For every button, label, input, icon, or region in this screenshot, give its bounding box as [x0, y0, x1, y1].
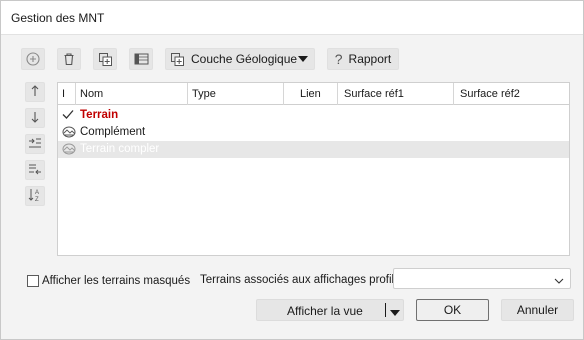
- add-button[interactable]: [21, 48, 45, 70]
- show-view-split-button[interactable]: Afficher la vue: [256, 299, 404, 321]
- arrow-down-icon: [30, 111, 40, 126]
- split-divider: [385, 303, 386, 317]
- grid-header: I Nom Type Lien Surface réf1 Surface réf…: [58, 83, 569, 105]
- indent-button[interactable]: [25, 134, 45, 154]
- move-down-button[interactable]: [25, 108, 45, 128]
- move-up-button[interactable]: [25, 82, 45, 102]
- svg-text:Z: Z: [35, 197, 39, 202]
- column-header[interactable]: Nom: [76, 83, 188, 105]
- title-bar: Gestion des MNT: [1, 1, 583, 35]
- table-icon: [134, 52, 149, 66]
- show-hidden-label: Afficher les terrains masqués: [42, 275, 191, 287]
- terrain-icon: [62, 126, 76, 141]
- question-mark-icon: ?: [334, 51, 343, 67]
- table-row[interactable]: Terrain compler: [58, 141, 569, 158]
- column-header[interactable]: I: [58, 83, 76, 105]
- dialog: Gestion des MNT Couche Géologique ? Rapp…: [0, 0, 584, 340]
- show-hidden-option[interactable]: Afficher les terrains masqués: [27, 275, 190, 287]
- sort-az-button[interactable]: AZ: [25, 186, 45, 206]
- show-view-button[interactable]: Afficher la vue: [287, 304, 363, 318]
- column-header[interactable]: Surface réf1: [338, 83, 454, 105]
- layer-dropdown-label: Couche Géologique: [191, 52, 298, 66]
- trash-icon: [62, 52, 76, 66]
- report-button[interactable]: ? Rapport: [327, 48, 399, 70]
- layer-icon: [170, 52, 185, 67]
- table-row[interactable]: Complément: [58, 124, 569, 141]
- delete-button[interactable]: [57, 48, 81, 70]
- assoc-select[interactable]: [393, 268, 571, 289]
- dialog-title: Gestion des MNT: [11, 11, 105, 25]
- layer-dropdown[interactable]: Couche Géologique: [165, 48, 315, 70]
- row-name: Terrain compler: [80, 143, 160, 155]
- duplicate-button[interactable]: [93, 48, 117, 70]
- indent-icon: [28, 137, 42, 152]
- terrain-icon: [62, 143, 76, 158]
- properties-button[interactable]: [129, 48, 153, 70]
- checkmark-icon: [62, 109, 74, 123]
- svg-text:A: A: [35, 190, 39, 196]
- table-row[interactable]: Terrain: [58, 107, 569, 124]
- sort-az-icon: AZ: [28, 188, 42, 205]
- outdent-icon: [28, 163, 42, 178]
- chevron-down-icon: [554, 274, 564, 288]
- column-header[interactable]: Lien: [284, 83, 338, 105]
- chevron-down-icon[interactable]: [390, 306, 400, 320]
- assoc-label: Terrains associés aux affichages profils…: [200, 274, 407, 286]
- row-name: Terrain: [80, 109, 119, 121]
- duplicate-icon: [98, 52, 113, 67]
- plus-circle-icon: [26, 52, 40, 66]
- row-name: Complément: [80, 126, 146, 138]
- terrain-grid: I Nom Type Lien Surface réf1 Surface réf…: [57, 82, 570, 256]
- show-hidden-checkbox[interactable]: [27, 275, 39, 287]
- report-label: Rapport: [348, 52, 392, 66]
- cancel-button[interactable]: Annuler: [501, 299, 574, 321]
- arrow-up-icon: [30, 84, 40, 100]
- column-header[interactable]: Type: [188, 83, 284, 105]
- column-header[interactable]: Surface réf2: [454, 83, 569, 105]
- outdent-button[interactable]: [25, 160, 45, 180]
- chevron-down-icon: [298, 55, 308, 63]
- ok-button[interactable]: OK: [416, 299, 489, 321]
